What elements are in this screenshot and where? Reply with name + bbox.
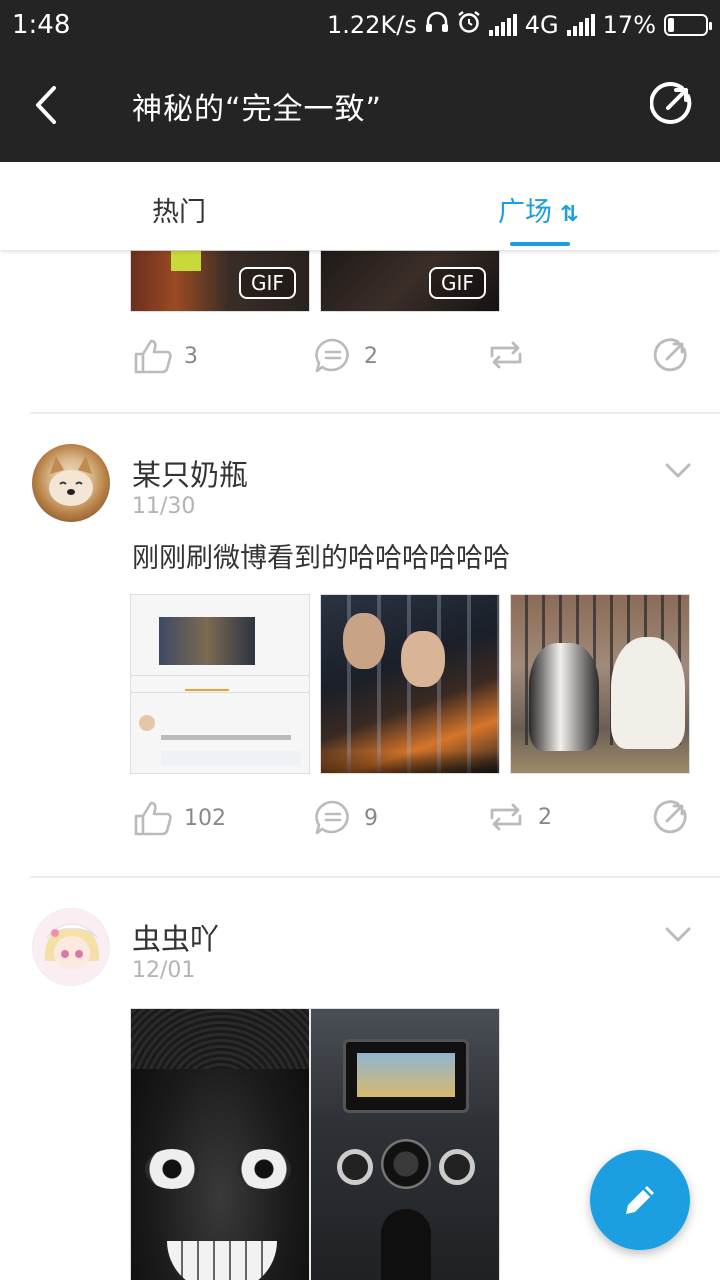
avatar[interactable] [32, 908, 110, 986]
network-speed: 1.22K/s [327, 11, 417, 39]
repost-count: 2 [538, 804, 552, 830]
comment-icon [315, 338, 349, 373]
image-detail [161, 751, 301, 765]
tab-bar: 热门 广场 ⇅ [0, 162, 720, 250]
feed[interactable]: GIF GIF 3 2 某只奶瓶 11/30 刚刚刷微博看到的哈哈哈哈哈哈 10… [0, 250, 720, 1280]
battery-percent: 17% [602, 11, 656, 39]
image-detail [237, 1149, 291, 1189]
image-detail [611, 637, 685, 749]
tab-hot[interactable]: 热门 [152, 190, 206, 229]
post-actions: 3 2 [0, 338, 720, 388]
post-image[interactable] [130, 594, 310, 774]
pencil-icon [626, 1186, 654, 1214]
image-detail [139, 715, 155, 731]
post-actions: 102 9 2 [0, 800, 720, 850]
like-count: 3 [184, 343, 198, 369]
comment-button[interactable]: 2 [314, 338, 378, 374]
thumbs-up-icon [134, 339, 172, 374]
sort-icon[interactable]: ⇅ [560, 202, 578, 227]
chevron-down-icon[interactable] [664, 462, 692, 480]
page-title: 神秘的“完全一致” [132, 92, 383, 127]
comment-count: 2 [364, 343, 378, 369]
image-detail [161, 735, 291, 740]
image-detail [439, 1149, 475, 1185]
share-icon [653, 800, 687, 834]
signal-icon [566, 14, 595, 36]
post-image[interactable]: GIF [320, 250, 500, 312]
post-image[interactable]: GIF [130, 250, 310, 312]
image-detail [311, 1009, 499, 1280]
image-detail [401, 631, 445, 687]
share-post-button[interactable] [652, 800, 688, 836]
share-icon [653, 338, 687, 372]
image-detail [357, 1053, 455, 1097]
like-button[interactable]: 102 [134, 800, 226, 836]
anime-avatar-icon [44, 923, 100, 970]
gif-badge: GIF [429, 267, 486, 299]
author-name[interactable]: 虫虫吖 [132, 916, 219, 958]
author-name[interactable]: 某只奶瓶 [132, 452, 248, 494]
post-date: 12/01 [132, 958, 196, 983]
share-post-button[interactable] [652, 338, 688, 374]
image-detail [337, 1149, 373, 1185]
status-right: 1.22K/s 4G 17% [327, 10, 712, 40]
image-detail [167, 1241, 277, 1280]
like-count: 102 [184, 805, 226, 831]
active-tab-indicator [510, 242, 570, 246]
comment-icon [315, 800, 349, 835]
header: 神秘的“完全一致” [0, 52, 720, 162]
post-image[interactable] [510, 594, 690, 774]
chevron-down-icon[interactable] [664, 926, 692, 944]
thumbs-up-icon [134, 801, 172, 836]
post-image[interactable] [320, 594, 500, 774]
image-detail [185, 677, 229, 691]
tab-plaza-label: 广场 [498, 197, 552, 228]
repost-button[interactable] [486, 338, 538, 372]
repost-icon [490, 803, 522, 831]
image-detail [529, 643, 599, 751]
battery-charging-icon [664, 14, 712, 36]
image-detail [131, 1009, 309, 1069]
image-detail [145, 1149, 199, 1189]
alarm-icon [457, 10, 481, 40]
top-bar: 1:48 1.22K/s 4G 17% 神秘的“完全一致” [0, 0, 720, 162]
status-bar: 1:48 1.22K/s 4G 17% [0, 0, 720, 52]
image-detail [131, 1009, 309, 1280]
shiba-avatar-icon [49, 456, 93, 506]
tab-plaza[interactable]: 广场 ⇅ [498, 190, 578, 229]
like-button[interactable]: 3 [134, 338, 198, 374]
comment-button[interactable]: 9 [314, 800, 378, 836]
repost-button[interactable]: 2 [486, 800, 552, 834]
post-date: 11/30 [132, 494, 196, 519]
image-detail [321, 751, 499, 773]
image-detail [381, 1139, 431, 1189]
gif-badge: GIF [239, 267, 296, 299]
signal-icon [488, 14, 517, 36]
back-arrow-icon [36, 86, 56, 124]
repost-icon [490, 341, 522, 369]
headphones-icon [425, 11, 449, 39]
post-divider [30, 412, 720, 414]
battery-fill [668, 18, 674, 32]
post-divider [30, 876, 720, 878]
post-image[interactable] [130, 1008, 500, 1280]
back-button[interactable] [24, 80, 74, 130]
compose-button[interactable] [590, 1150, 690, 1250]
image-detail [381, 1209, 431, 1280]
image-detail [171, 251, 201, 271]
image-detail [159, 617, 255, 665]
status-time: 1:48 [12, 10, 71, 40]
tab-hot-label: 热门 [152, 197, 206, 228]
share-button[interactable] [649, 82, 694, 126]
image-detail [343, 613, 385, 669]
share-icon [649, 82, 692, 124]
post-text: 刚刚刷微博看到的哈哈哈哈哈哈 [132, 543, 510, 574]
network-type: 4G [524, 11, 559, 39]
comment-count: 9 [364, 805, 378, 831]
avatar[interactable] [32, 444, 110, 522]
